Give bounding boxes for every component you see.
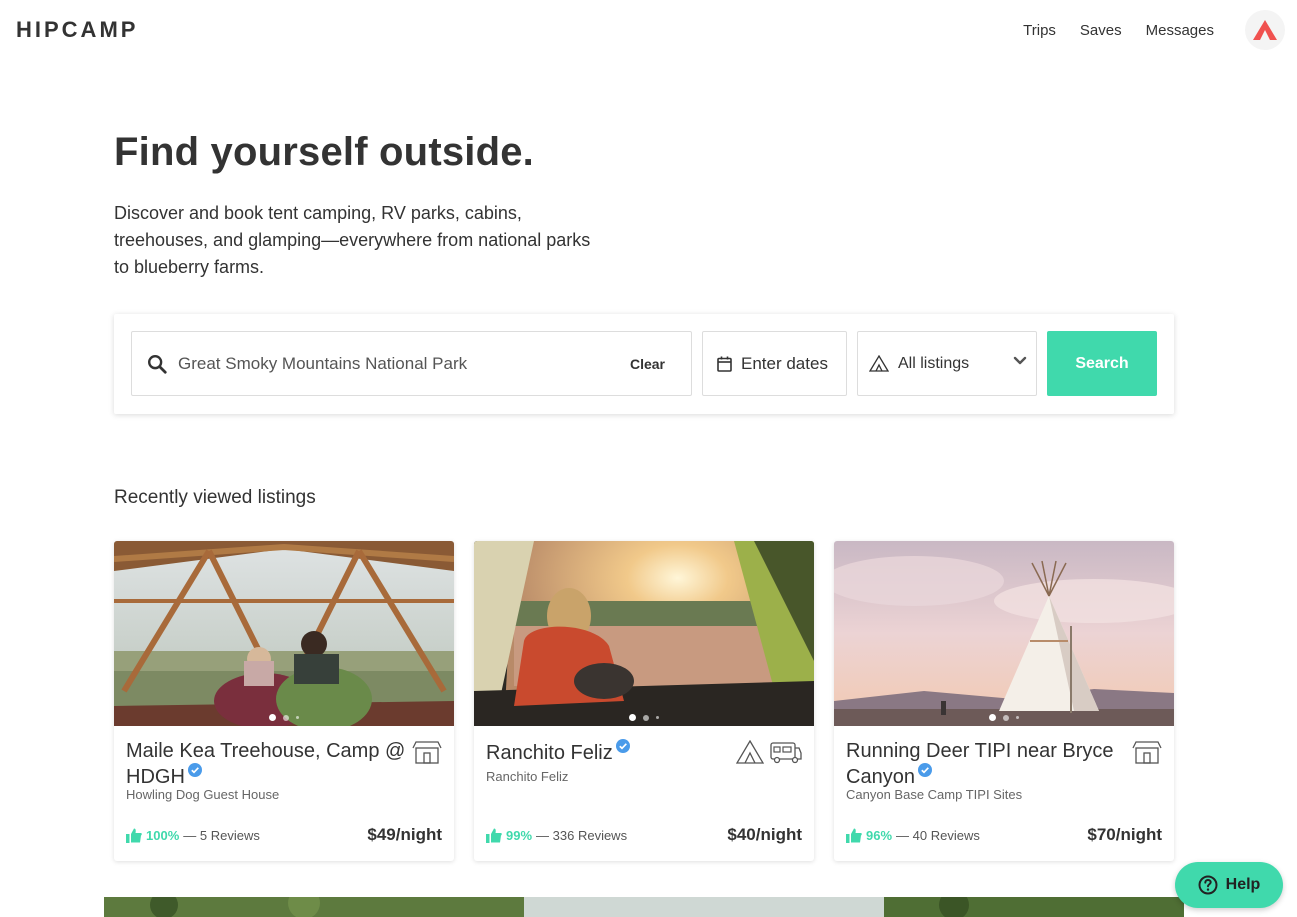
- nav-saves[interactable]: Saves: [1080, 22, 1122, 39]
- photo-carousel-dots[interactable]: [474, 714, 814, 721]
- listing-type-icons: [1132, 740, 1162, 764]
- rating-percent: 96%: [866, 828, 893, 843]
- cabin-icon: [1132, 741, 1162, 764]
- search-bar: Great Smoky Mountains National Park Clea…: [114, 314, 1174, 414]
- listing-host: Howling Dog Guest House: [126, 787, 280, 802]
- listing-price: $49/night: [367, 825, 442, 844]
- listing-rating: 100% — 5 Reviews: [126, 828, 260, 843]
- tent-icon: [736, 740, 764, 764]
- listing-price: $70/night: [1087, 825, 1162, 844]
- verified-icon: [187, 763, 202, 777]
- search-icon: [148, 354, 167, 374]
- listing-type-value: All listings: [898, 354, 970, 372]
- listing-type-icons: [412, 740, 442, 764]
- recently-viewed-title: Recently viewed listings: [114, 487, 316, 508]
- dates-input[interactable]: Enter dates: [702, 331, 847, 396]
- review-count: — 5 Reviews: [183, 828, 260, 843]
- listing-host: Ranchito Feliz: [486, 769, 569, 784]
- thumbs-up-icon: [486, 828, 502, 843]
- listing-card[interactable]: Maile Kea Treehouse, Camp @ HDGH Howling…: [114, 541, 454, 861]
- listing-name[interactable]: Running Deer TIPI near Bryce Canyon: [846, 739, 1131, 789]
- hipcamp-logo[interactable]: HIPCAMP: [16, 17, 138, 43]
- listing-photo[interactable]: [114, 541, 454, 726]
- help-button[interactable]: Help: [1175, 862, 1283, 908]
- thumbs-up-icon: [846, 828, 862, 843]
- thumbs-up-icon: [126, 828, 142, 843]
- listing-photo[interactable]: [474, 541, 814, 726]
- dates-placeholder: Enter dates: [741, 353, 828, 373]
- chevron-down-icon: [1013, 356, 1027, 365]
- photo-carousel-dots[interactable]: [114, 714, 454, 721]
- location-input[interactable]: Great Smoky Mountains National Park Clea…: [131, 331, 692, 396]
- review-count: — 336 Reviews: [536, 828, 628, 843]
- listing-host: Canyon Base Camp TIPI Sites: [846, 787, 1023, 802]
- listing-card[interactable]: Running Deer TIPI near Bryce Canyon Cany…: [834, 541, 1174, 861]
- rv-icon: [770, 742, 802, 764]
- hero-title: Find yourself outside.: [114, 130, 534, 174]
- avatar[interactable]: [1245, 10, 1285, 50]
- listing-rating: 99% — 336 Reviews: [486, 828, 627, 843]
- listing-price: $40/night: [727, 825, 802, 844]
- listing-rating: 96% — 40 Reviews: [846, 828, 980, 843]
- top-nav: Trips Saves Messages: [1023, 22, 1214, 39]
- calendar-icon: [717, 356, 732, 372]
- location-value[interactable]: Great Smoky Mountains National Park: [178, 354, 630, 374]
- hipcamp-mark-icon: [1253, 20, 1277, 40]
- photo-carousel-dots[interactable]: [834, 714, 1174, 721]
- tent-icon: [869, 355, 889, 372]
- listing-name[interactable]: Maile Kea Treehouse, Camp @ HDGH: [126, 739, 411, 789]
- nav-messages[interactable]: Messages: [1146, 22, 1214, 39]
- verified-icon: [615, 739, 630, 753]
- listing-name[interactable]: Ranchito Feliz: [486, 739, 771, 765]
- clear-button[interactable]: Clear: [630, 356, 665, 372]
- question-icon: [1198, 875, 1218, 895]
- verified-icon: [917, 763, 932, 777]
- listing-type-select[interactable]: All listings: [857, 331, 1037, 396]
- rating-percent: 100%: [146, 828, 180, 843]
- listing-type-icons: [736, 740, 802, 764]
- cabin-icon: [412, 741, 442, 764]
- listing-photo[interactable]: [834, 541, 1174, 726]
- help-label: Help: [1225, 876, 1261, 893]
- hero-subtitle: Discover and book tent camping, RV parks…: [114, 203, 591, 277]
- featured-banner-image: [104, 897, 1184, 917]
- listing-card[interactable]: Ranchito Feliz Ranchito Feliz 99% — 336 …: [474, 541, 814, 861]
- rating-percent: 99%: [506, 828, 533, 843]
- search-button[interactable]: Search: [1047, 331, 1157, 396]
- nav-trips[interactable]: Trips: [1023, 22, 1056, 39]
- review-count: — 40 Reviews: [896, 828, 980, 843]
